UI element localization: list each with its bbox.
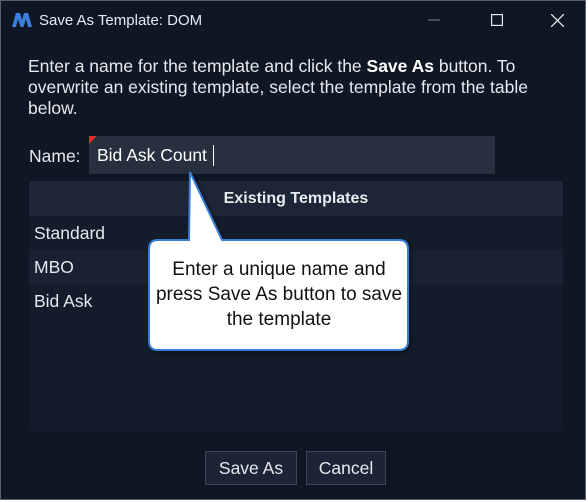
text-caret xyxy=(213,145,214,166)
instructions-part1: Enter a name for the template and click … xyxy=(28,56,367,76)
callout-text: Enter a unique name and press Save As bu… xyxy=(155,259,403,330)
save-as-template-dialog: Save As Template: DOM Enter a name for t… xyxy=(0,0,586,500)
minimize-button[interactable] xyxy=(411,1,457,39)
window-title: Save As Template: DOM xyxy=(39,12,203,29)
maximize-icon xyxy=(491,14,503,26)
modified-indicator xyxy=(89,136,97,144)
cancel-button[interactable]: Cancel xyxy=(306,451,386,485)
instructions-text: Enter a name for the template and click … xyxy=(28,56,568,119)
title-bar: Save As Template: DOM xyxy=(1,1,585,39)
app-logo-icon xyxy=(12,13,32,27)
close-icon xyxy=(550,13,564,27)
table-header[interactable]: Existing Templates xyxy=(29,181,563,216)
instructions-save-as-bold: Save As xyxy=(366,56,434,76)
name-label: Name: xyxy=(29,146,81,166)
save-as-button[interactable]: Save As xyxy=(205,451,297,485)
close-button[interactable] xyxy=(534,1,580,39)
minimize-icon xyxy=(428,19,440,21)
maximize-button[interactable] xyxy=(474,1,520,39)
table-row-standard[interactable]: Standard xyxy=(29,216,563,250)
template-name-input[interactable] xyxy=(89,136,495,174)
